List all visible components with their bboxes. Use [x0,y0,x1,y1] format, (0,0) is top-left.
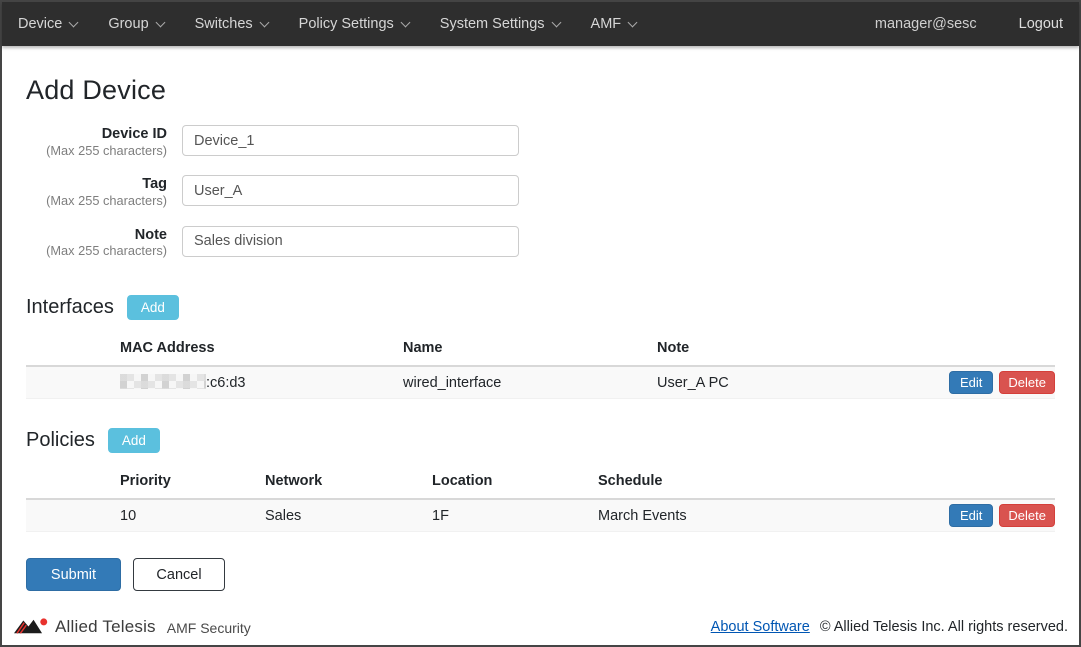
submit-button[interactable]: Submit [26,558,121,591]
logged-in-user: manager@sesc [875,16,977,32]
chevron-down-icon [551,17,561,27]
note-hint: (Max 255 characters) [26,244,167,259]
policies-col-priority: Priority [120,473,265,489]
note-field[interactable] [182,226,519,257]
note-group: Note (Max 255 characters) [26,226,1055,259]
interface-name-cell: wired_interface [403,375,657,391]
nav-item-policy-settings[interactable]: Policy Settings [299,16,409,32]
edit-interface-button[interactable]: Edit [949,371,993,394]
interface-note-cell: User_A PC [657,375,949,391]
policy-location-cell: 1F [432,508,598,524]
nav-item-switches[interactable]: Switches [195,16,268,32]
policies-col-network: Network [265,473,432,489]
tag-group: Tag (Max 255 characters) [26,175,1055,208]
note-label-col: Note (Max 255 characters) [26,226,167,259]
top-navbar: Device Group Switches Policy Settings Sy… [2,2,1079,46]
policies-title: Policies [26,429,95,452]
delete-interface-button[interactable]: Delete [999,371,1055,394]
interfaces-col-mac: MAC Address [120,340,403,356]
chevron-down-icon [69,17,79,27]
interface-mac-cell: :c6:d3 [120,374,403,391]
nav-item-device[interactable]: Device [18,16,77,32]
tag-field[interactable] [182,175,519,206]
policies-table: Priority Network Location Schedule 10 Sa… [26,466,1055,532]
nav-item-label: Device [18,16,62,32]
interface-table-row: :c6:d3 wired_interface User_A PC Edit De… [26,367,1055,399]
interfaces-table: MAC Address Name Note :c6:d3 wired_inter… [26,333,1055,399]
footer-right: About Software © Allied Telesis Inc. All… [711,619,1068,635]
logout-button[interactable]: Logout [1019,16,1063,32]
interfaces-title: Interfaces [26,296,114,319]
device-id-label-col: Device ID (Max 255 characters) [26,125,167,158]
device-id-group: Device ID (Max 255 characters) [26,125,1055,158]
device-id-label: Device ID [26,126,167,143]
interfaces-col-name: Name [403,340,657,356]
interfaces-col-note: Note [657,340,1055,356]
edit-policy-button[interactable]: Edit [949,504,993,527]
nav-item-label: Group [108,16,148,32]
delete-policy-button[interactable]: Delete [999,504,1055,527]
add-policy-button[interactable]: Add [108,428,160,453]
tag-label-col: Tag (Max 255 characters) [26,175,167,208]
chevron-down-icon [400,17,410,27]
form-actions: Submit Cancel [26,558,1055,591]
add-interface-button[interactable]: Add [127,295,179,320]
main-content: Add Device Device ID (Max 255 characters… [2,75,1079,591]
device-id-field[interactable] [182,125,519,156]
nav-item-label: Switches [195,16,253,32]
interfaces-table-header: MAC Address Name Note [26,333,1055,367]
nav-item-system-settings[interactable]: System Settings [440,16,560,32]
page-title: Add Device [26,75,1055,106]
chevron-down-icon [259,17,269,27]
brand-area: Allied Telesis AMF Security [14,616,251,637]
interface-row-actions: Edit Delete [949,371,1055,394]
policy-table-row: 10 Sales 1F March Events Edit Delete [26,500,1055,532]
nav-item-label: AMF [591,16,622,32]
nav-item-label: System Settings [440,16,545,32]
copyright-text: © Allied Telesis Inc. All rights reserve… [820,619,1068,635]
policies-col-location: Location [432,473,598,489]
brand-name: Allied Telesis [55,617,156,637]
allied-telesis-logo-icon [14,616,48,637]
tag-hint: (Max 255 characters) [26,194,167,209]
cancel-button[interactable]: Cancel [133,558,225,591]
product-name: AMF Security [167,620,251,636]
nav-item-amf[interactable]: AMF [591,16,637,32]
about-software-link[interactable]: About Software [711,619,810,635]
policy-priority-cell: 10 [120,508,265,524]
device-id-hint: (Max 255 characters) [26,144,167,159]
policies-section-header: Policies Add [26,428,1055,453]
page-footer: Allied Telesis AMF Security About Softwa… [2,612,1079,645]
redacted-mac-block [120,374,206,389]
note-label: Note [26,227,167,244]
policy-row-actions: Edit Delete [949,504,1055,527]
policies-table-header: Priority Network Location Schedule [26,466,1055,500]
interfaces-section-header: Interfaces Add [26,295,1055,320]
policy-network-cell: Sales [265,508,432,524]
nav-item-label: Policy Settings [299,16,394,32]
policies-col-schedule: Schedule [598,473,1055,489]
tag-label: Tag [26,176,167,193]
chevron-down-icon [155,17,165,27]
nav-item-group[interactable]: Group [108,16,163,32]
policy-schedule-cell: March Events [598,508,949,524]
chevron-down-icon [628,17,638,27]
interface-mac-suffix: :c6:d3 [206,375,246,391]
